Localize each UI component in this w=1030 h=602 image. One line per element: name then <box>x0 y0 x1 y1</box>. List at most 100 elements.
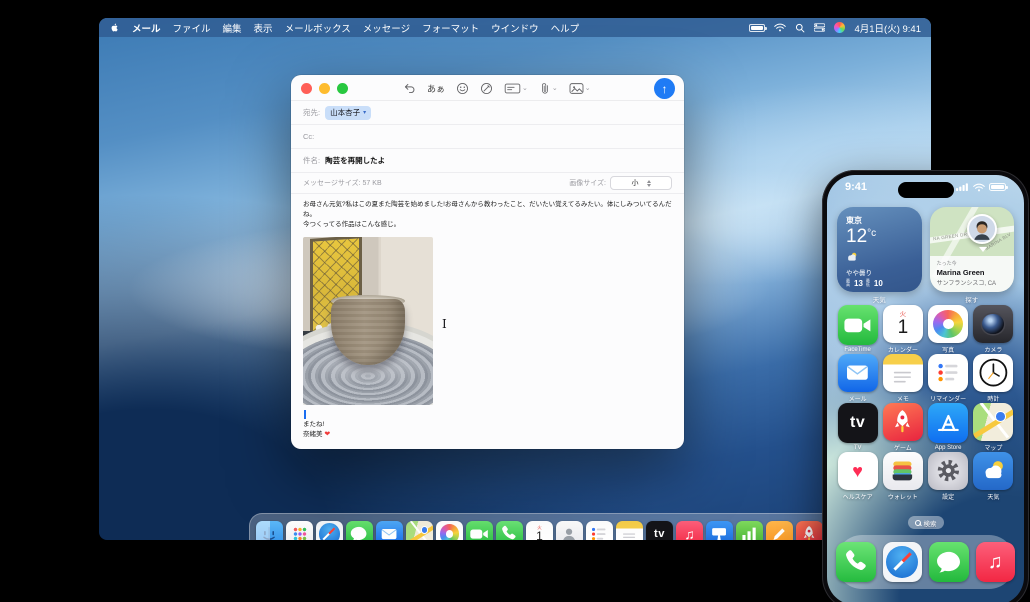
iphone-app-weather[interactable]: 天気 <box>971 452 1016 501</box>
mail-icon[interactable] <box>376 520 403 540</box>
markup-button[interactable] <box>480 82 493 95</box>
dock-item-games[interactable] <box>796 520 823 540</box>
dock-item-notes[interactable] <box>616 520 643 540</box>
notes-icon[interactable] <box>616 520 643 540</box>
dock-item-calendar[interactable]: 火1 <box>526 520 553 540</box>
keynote-icon[interactable] <box>706 520 733 540</box>
header-fields-button[interactable]: ⌄ <box>504 82 528 95</box>
photos-icon[interactable] <box>436 520 463 540</box>
dock-item-launchpad[interactable] <box>286 520 313 540</box>
menu-item-8[interactable]: ヘルプ <box>551 24 580 35</box>
pages-icon[interactable] <box>766 520 793 540</box>
games-icon[interactable] <box>882 403 923 441</box>
iphone-app-clock[interactable]: 時計 <box>971 354 1016 403</box>
weather-icon[interactable] <box>973 452 1014 490</box>
dock-item-messages[interactable] <box>346 520 373 540</box>
to-field[interactable]: 宛先: 山本杏子 ▾ <box>291 101 684 125</box>
menu-bar-clock[interactable]: 4月1日(火) 9:41 <box>854 21 921 35</box>
dock-item-reminders[interactable] <box>586 520 613 540</box>
facetime-icon[interactable] <box>466 520 493 540</box>
menu-item-5[interactable]: メッセージ <box>363 24 410 35</box>
dock-item-facetime[interactable] <box>466 520 493 540</box>
health-icon[interactable]: ♥ <box>837 452 878 490</box>
iphone-app-settings[interactable]: 設定 <box>926 452 971 501</box>
messages-icon[interactable] <box>929 542 969 582</box>
zoom-button[interactable] <box>337 83 348 94</box>
apple-menu-icon[interactable] <box>109 21 122 34</box>
dock-item-safari[interactable] <box>316 520 343 540</box>
iphone-app-wallet[interactable]: ウォレット <box>880 452 925 501</box>
music-icon[interactable]: ♫ <box>676 520 703 540</box>
photos-icon[interactable] <box>928 305 969 343</box>
format-button[interactable]: あぁ <box>427 82 445 95</box>
mail-titlebar[interactable]: あぁ ⌄ ⌄ ⌄ ↑ <box>291 75 684 101</box>
facetime-icon[interactable] <box>837 305 878 345</box>
findmy-widget[interactable]: NA GREEN DR MARINA BLV たった今 Marina Green… <box>929 207 1014 292</box>
menu-item-1[interactable]: ファイル <box>173 24 211 35</box>
tv-icon[interactable]: tv <box>646 520 673 540</box>
mail-icon[interactable] <box>837 354 878 392</box>
dock-item-contacts[interactable] <box>556 520 583 540</box>
dock-item-phone[interactable] <box>496 520 523 540</box>
settings-icon[interactable] <box>928 452 969 490</box>
iphone-app-calendar[interactable]: 火 1 カレンダー <box>880 305 925 354</box>
image-size-select[interactable]: 小 <box>610 176 672 190</box>
undo-button[interactable] <box>403 82 416 95</box>
minimize-button[interactable] <box>319 83 330 94</box>
attach-button[interactable]: ⌄ <box>539 82 558 95</box>
menu-item-7[interactable]: ウインドウ <box>491 24 539 35</box>
cc-field[interactable]: Cc: <box>291 125 684 149</box>
menu-item-4[interactable]: メールボックス <box>285 24 351 35</box>
games-icon[interactable] <box>796 520 823 540</box>
iphone-app-health[interactable]: ♥ ヘルスケア <box>835 452 880 501</box>
contacts-icon[interactable] <box>556 520 583 540</box>
pottery-photo[interactable] <box>303 237 433 406</box>
message-body[interactable]: お母さん元気?私はこの夏また陶芸を始めました!お母さんから教わったこと、だいたい… <box>291 194 684 441</box>
reminders-icon[interactable] <box>928 354 969 392</box>
phone-icon[interactable] <box>836 542 876 582</box>
menu-item-3[interactable]: 表示 <box>254 24 273 35</box>
subject-field[interactable]: 件名: 陶芸を再開したよ <box>291 149 684 173</box>
close-button[interactable] <box>301 83 312 94</box>
reminders-icon[interactable] <box>586 520 613 540</box>
menu-item-6[interactable]: フォーマット <box>422 24 479 35</box>
dock-item-pages[interactable] <box>766 520 793 540</box>
dock-item-maps[interactable] <box>406 520 433 540</box>
emoji-button[interactable] <box>456 82 469 95</box>
search-icon[interactable] <box>795 23 805 33</box>
dock-item-tv[interactable]: tv <box>646 520 673 540</box>
iphone-app-photos[interactable]: 写真 <box>926 305 971 354</box>
iphone-app-mail[interactable]: メール <box>835 354 880 403</box>
battery-icon[interactable] <box>749 23 768 32</box>
tv-icon[interactable]: tv <box>837 403 878 443</box>
appstore-icon[interactable] <box>928 403 969 443</box>
recipient-token[interactable]: 山本杏子 ▾ <box>325 105 372 120</box>
wallet-icon[interactable] <box>882 452 923 490</box>
camera-icon[interactable] <box>973 305 1014 343</box>
menu-item-2[interactable]: 編集 <box>223 24 242 35</box>
iphone-app-reminders[interactable]: リマインダー <box>926 354 971 403</box>
dock-item-mail[interactable] <box>376 520 403 540</box>
iphone-app-games[interactable]: ゲーム <box>880 403 925 452</box>
clock-icon[interactable] <box>973 354 1014 392</box>
insert-media-button[interactable]: ⌄ <box>569 82 591 95</box>
iphone-app-notes[interactable]: メモ <box>880 354 925 403</box>
finder-icon[interactable] <box>256 520 283 540</box>
iphone-app-maps[interactable]: マップ <box>971 403 1016 452</box>
phone-icon[interactable] <box>496 520 523 540</box>
safari-icon[interactable] <box>882 542 922 582</box>
user-avatar-icon[interactable] <box>834 22 846 33</box>
dock-item-finder[interactable] <box>256 520 283 540</box>
maps-icon[interactable] <box>973 403 1014 441</box>
music-icon[interactable]: ♫ <box>975 542 1015 582</box>
send-button[interactable]: ↑ <box>654 78 675 99</box>
numbers-icon[interactable] <box>736 520 763 540</box>
dock-item-music[interactable]: ♫ <box>676 520 703 540</box>
iphone-app-tv[interactable]: tv TV <box>835 403 880 452</box>
iphone-app-facetime[interactable]: FaceTime <box>835 305 880 354</box>
weather-widget[interactable]: 東京 12°c やや曇り 最高 13 最低 10 <box>837 207 922 292</box>
iphone-app-camera[interactable]: カメラ <box>971 305 1016 354</box>
dock-item-photos[interactable] <box>436 520 463 540</box>
calendar-icon[interactable]: 火1 <box>526 520 553 540</box>
iphone-app-appstore[interactable]: App Store <box>926 403 971 452</box>
